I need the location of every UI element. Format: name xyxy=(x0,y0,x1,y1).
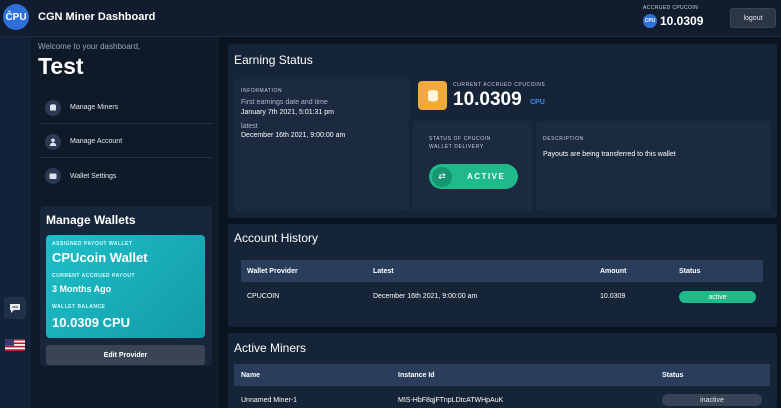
current-accrued-label: CURRENT ACCRUED CPUCOINS xyxy=(453,82,546,88)
col-wallet-provider[interactable]: Wallet Provider xyxy=(247,268,298,275)
wallet-icon xyxy=(45,168,61,184)
delivery-status-text: ACTIVE xyxy=(467,172,506,181)
accrued-header-label: ACCRUED CPUCOIN xyxy=(643,5,699,11)
first-earnings-label: First earnings date and time xyxy=(241,99,328,106)
nav-label: Manage Account xyxy=(70,138,123,145)
col-status[interactable]: Status xyxy=(679,268,700,275)
nav-label: Manage Miners xyxy=(70,104,119,111)
col-latest[interactable]: Latest xyxy=(373,268,394,275)
row-latest: December 16th 2021, 9:00:00 am xyxy=(373,293,478,300)
top-bar: ĈPU CGN Miner Dashboard ACCRUED CPUCOIN … xyxy=(0,0,781,37)
latest-value: December 16th 2021, 9:00:00 am xyxy=(241,132,346,139)
account-history-title: Account History xyxy=(234,231,319,245)
col-status[interactable]: Status xyxy=(662,372,683,379)
wallet-name: CPUcoin Wallet xyxy=(52,250,148,265)
cpu-coin-icon: CPU xyxy=(643,14,657,28)
nav-manage-account[interactable]: Manage Account xyxy=(40,126,212,158)
status-badge: active xyxy=(679,291,756,303)
miner-name[interactable]: Unnamed Miner-1 xyxy=(241,397,297,404)
user-icon xyxy=(45,133,61,150)
manage-wallets-title: Manage Wallets xyxy=(46,213,136,227)
status-badge: inactive xyxy=(662,394,762,406)
information-label: INFORMATION xyxy=(241,88,283,94)
description-text: Payouts are being transferred to this wa… xyxy=(543,151,676,158)
latest-label: latest xyxy=(241,123,258,130)
username: Test xyxy=(38,53,84,79)
earning-status-title: Earning Status xyxy=(234,53,313,67)
app-title: CGN Miner Dashboard xyxy=(38,11,156,23)
col-instance-id[interactable]: Instance Id xyxy=(398,372,435,379)
swap-arrows-icon: ⇄ xyxy=(432,166,452,187)
delivery-status-label-2: WALLET DELIVERY xyxy=(429,144,484,150)
edit-provider-button[interactable]: Edit Provider xyxy=(46,345,205,365)
logout-button[interactable]: logout xyxy=(730,8,776,28)
database-icon xyxy=(45,99,61,116)
wallet-balance-label: WALLET BALANCE xyxy=(52,304,106,310)
wallet-balance-value: 10.0309 CPU xyxy=(52,315,131,330)
nav-manage-miners[interactable]: Manage Miners xyxy=(40,92,212,124)
delivery-status-label: STATUS OF CPUCOIN xyxy=(429,136,491,142)
current-accrued-value: 10.0309 xyxy=(453,89,522,110)
first-earnings-value: January 7th 2021, 5:01:31 pm xyxy=(241,109,335,116)
wallet-card: ASSIGNED PAYOUT WALLET CPUcoin Wallet CU… xyxy=(46,235,205,338)
accrued-payout-value: 3 Months Ago xyxy=(52,284,112,294)
cpu-logo-icon[interactable]: ĈPU xyxy=(3,4,29,30)
nav-wallet-settings[interactable]: Wallet Settings xyxy=(40,160,212,192)
coins-icon xyxy=(418,81,447,110)
miner-instance-id: MIS-HbF8qjFTnpLDtcATWHpAuK xyxy=(398,397,504,404)
row-amount: 10.0309 xyxy=(600,293,626,300)
active-miners-header xyxy=(234,364,770,386)
col-amount[interactable]: Amount xyxy=(600,268,626,275)
accrued-header-value: 10.0309 xyxy=(660,14,704,28)
active-miners-title: Active Miners xyxy=(234,341,307,355)
delivery-status-toggle[interactable]: ⇄ ACTIVE xyxy=(429,164,518,189)
assigned-wallet-label: ASSIGNED PAYOUT WALLET xyxy=(52,241,133,247)
description-box xyxy=(536,121,771,211)
us-flag-icon[interactable] xyxy=(5,339,25,351)
current-accrued-unit: CPU xyxy=(530,99,545,106)
nav-label: Wallet Settings xyxy=(70,172,117,180)
col-name[interactable]: Name xyxy=(241,372,260,379)
description-label: DESCRIPTION xyxy=(543,136,584,142)
row-provider: CPUCOIN xyxy=(247,293,280,300)
accrued-payout-label: CURRENT ACCRUED PAYOUT xyxy=(52,273,136,279)
left-rail xyxy=(0,37,31,408)
chat-icon[interactable] xyxy=(4,297,26,319)
welcome-text: Welcome to your dashboard, xyxy=(38,42,141,51)
